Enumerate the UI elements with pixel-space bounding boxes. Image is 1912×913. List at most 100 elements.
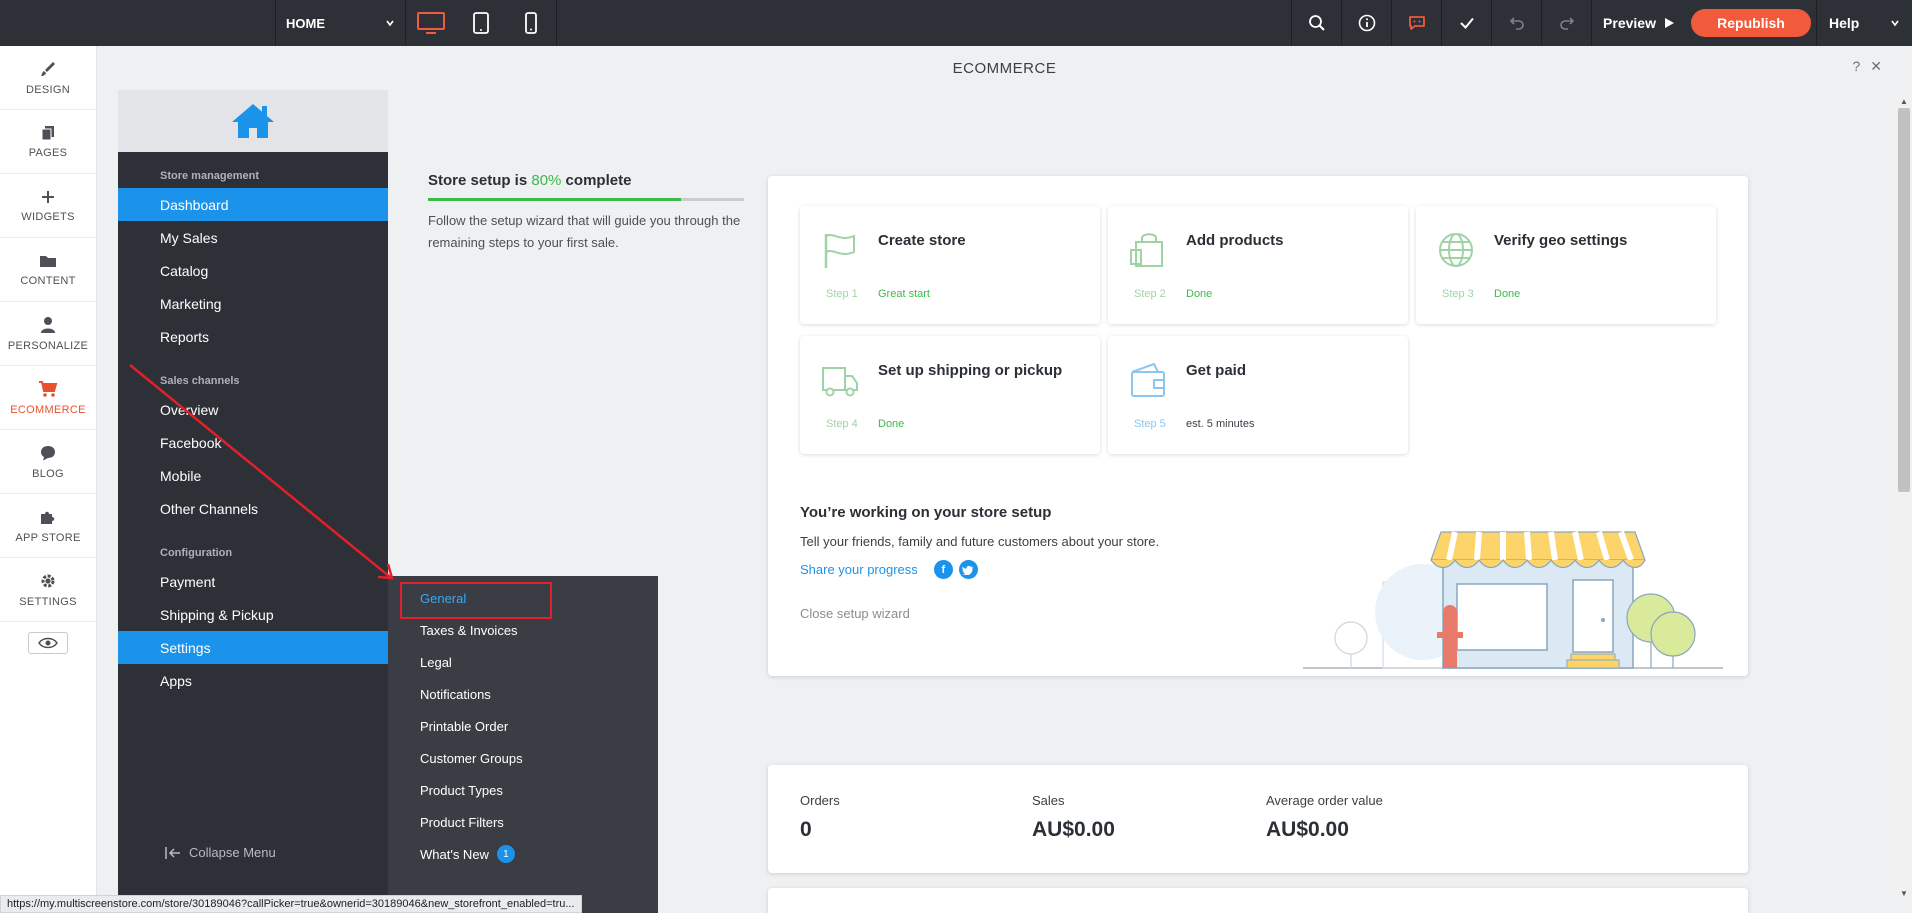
nav-marketing[interactable]: Marketing	[118, 287, 388, 320]
scroll-down-icon[interactable]: ▼	[1899, 888, 1909, 898]
page-select[interactable]: HOME	[276, 0, 406, 46]
panel-title: ECOMMERCE	[952, 59, 1057, 77]
nav-apps[interactable]: Apps	[118, 664, 388, 697]
mobile-view-button[interactable]	[506, 0, 556, 46]
gear-icon	[41, 574, 55, 587]
info-button[interactable]	[1341, 0, 1391, 46]
chat-button[interactable]	[1391, 0, 1441, 46]
nav-reports[interactable]: Reports	[118, 320, 388, 353]
setup-progress-title: Store setup is 80% complete	[428, 172, 631, 189]
stat-orders: Orders 0	[800, 793, 840, 842]
share-progress-label: Share your progress	[800, 562, 918, 577]
twitter-icon[interactable]	[958, 560, 978, 579]
stat-label: Sales	[1032, 793, 1065, 808]
facebook-icon[interactable]: f	[933, 560, 953, 579]
checkmark-button[interactable]	[1441, 0, 1491, 46]
preview-eye-button[interactable]	[28, 632, 68, 654]
whats-new-label: What's New	[420, 846, 489, 862]
share-progress-link[interactable]: Share your progress f	[800, 560, 978, 579]
rail-item-app-store[interactable]: APP STORE	[0, 494, 96, 558]
nav-my-sales[interactable]: My Sales	[118, 221, 388, 254]
rail-item-settings[interactable]: SETTINGS	[0, 558, 96, 622]
close-setup-wizard-link[interactable]: Close setup wizard	[800, 606, 910, 621]
progress-title-before: Store setup is	[428, 172, 532, 189]
step-title: Get paid	[1186, 362, 1247, 379]
rail-label: CONTENT	[20, 274, 76, 287]
desktop-icon	[417, 12, 445, 34]
step-title: Add products	[1186, 232, 1284, 249]
settings-submenu: General Taxes & Invoices Legal Notificat…	[388, 576, 658, 913]
search-button[interactable]	[1291, 0, 1341, 46]
submenu-whats-new[interactable]: What's New 1	[388, 838, 658, 870]
rail-label: SETTINGS	[19, 595, 77, 608]
store-nav: Store management Dashboard My Sales Cata…	[118, 152, 388, 913]
step-number: Step 1	[826, 288, 858, 300]
submenu-product-types[interactable]: Product Types	[388, 774, 658, 806]
tablet-view-button[interactable]	[456, 0, 506, 46]
submenu-taxes-invoices[interactable]: Taxes & Invoices	[388, 614, 658, 646]
stat-value: 0	[800, 818, 812, 841]
nav-catalog[interactable]: Catalog	[118, 254, 388, 287]
section-store-management: Store management	[160, 170, 260, 182]
step-status: est. 5 minutes	[1186, 418, 1255, 430]
rail-label: PERSONALIZE	[7, 339, 89, 352]
nav-shipping-pickup[interactable]: Shipping & Pickup	[118, 598, 388, 631]
step-card-get-paid[interactable]: Get paid Step 5 est. 5 minutes	[1108, 336, 1408, 454]
cart-icon	[39, 380, 58, 397]
redo-icon	[1559, 17, 1574, 30]
rail-item-blog[interactable]: BLOG	[0, 430, 96, 494]
rail-item-pages[interactable]: PAGES	[0, 110, 96, 174]
step-number: Step 3	[1442, 288, 1474, 300]
step-card-add-products[interactable]: Add products Step 2 Done	[1108, 206, 1408, 324]
submenu-notifications[interactable]: Notifications	[388, 678, 658, 710]
rail-label: ECOMMERCE	[10, 403, 86, 416]
collapse-menu-button[interactable]: Collapse Menu	[165, 845, 276, 860]
nav-facebook[interactable]: Facebook	[118, 426, 388, 459]
redo-button[interactable]	[1541, 0, 1591, 46]
step-card-verify-geo[interactable]: Verify geo settings Step 3 Done	[1416, 206, 1716, 324]
wallet-icon	[1131, 362, 1165, 397]
rail-item-personalize[interactable]: PERSONALIZE	[0, 302, 96, 366]
chevron-down-icon	[386, 20, 394, 27]
nav-payment[interactable]: Payment	[118, 565, 388, 598]
phone-icon	[525, 12, 537, 34]
rail-item-design[interactable]: DESIGN	[0, 46, 96, 110]
close-panel-button[interactable]: ✕	[1870, 58, 1882, 75]
step-status: Done	[878, 418, 905, 430]
submenu-general[interactable]: General	[388, 582, 658, 614]
desktop-view-button[interactable]	[406, 0, 456, 46]
nav-mobile[interactable]: Mobile	[118, 459, 388, 492]
step-number: Step 5	[1134, 418, 1166, 430]
home-icon	[232, 104, 274, 138]
wizard-text: Tell your friends, family and future cus…	[800, 534, 1160, 549]
nav-dashboard[interactable]: Dashboard	[118, 188, 388, 221]
help-menu[interactable]: Help	[1816, 0, 1912, 46]
nav-other-channels[interactable]: Other Channels	[118, 492, 388, 525]
help-mark-button[interactable]: ?	[1852, 58, 1860, 75]
rail-item-ecommerce[interactable]: ECOMMERCE	[0, 366, 96, 430]
globe-icon	[1439, 233, 1473, 267]
preview-button[interactable]: Preview	[1591, 0, 1686, 46]
nav-overview[interactable]: Overview	[118, 393, 388, 426]
panel-controls: ? ✕	[1852, 58, 1882, 75]
rail-item-widgets[interactable]: WIDGETS	[0, 174, 96, 238]
scroll-up-icon[interactable]: ▲	[1899, 96, 1909, 106]
search-icon	[1308, 15, 1325, 31]
step-card-shipping[interactable]: Set up shipping or pickup Step 4 Done	[800, 336, 1100, 454]
wizard-heading: You’re working on your store setup	[800, 504, 1052, 521]
submenu-product-filters[interactable]: Product Filters	[388, 806, 658, 838]
undo-button[interactable]	[1491, 0, 1541, 46]
rail-label: BLOG	[32, 467, 64, 480]
folder-icon	[40, 255, 56, 267]
submenu-printable-order[interactable]: Printable Order	[388, 710, 658, 742]
submenu-customer-groups[interactable]: Customer Groups	[388, 742, 658, 774]
progress-bar	[428, 198, 744, 201]
rail-item-content[interactable]: CONTENT	[0, 238, 96, 302]
republish-button[interactable]: Republish	[1691, 9, 1811, 37]
submenu-legal[interactable]: Legal	[388, 646, 658, 678]
scrollbar-thumb[interactable]	[1898, 108, 1910, 492]
preview-label: Preview	[1603, 15, 1656, 31]
step-card-create-store[interactable]: Create store Step 1 Great start	[800, 206, 1100, 324]
nav-settings[interactable]: Settings	[118, 631, 388, 664]
pages-icon	[41, 125, 54, 140]
